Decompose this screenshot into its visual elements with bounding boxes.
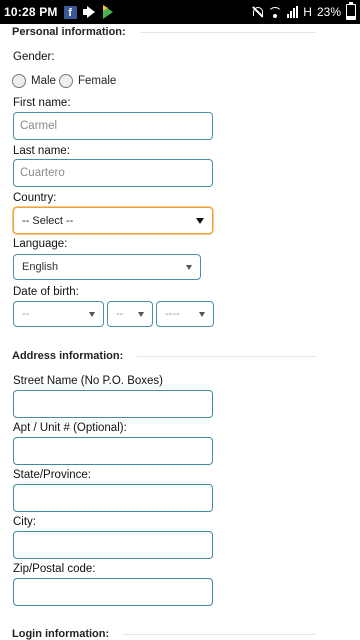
personal-info-header: Personal information: [12,26,316,38]
status-time: 10:28 PM [4,5,58,19]
gender-male-radio[interactable] [12,74,26,88]
chevron-down-icon [186,264,192,270]
battery-icon [346,2,356,20]
language-selected-value: English [22,261,59,273]
street-field[interactable] [13,390,213,418]
status-bar: 10:28 PM f H 23% [0,0,360,24]
city-label: City: [13,516,36,528]
dob-day-value: -- [116,308,124,320]
first-name-field[interactable]: Carmel [13,112,213,140]
city-field[interactable] [13,531,213,559]
section-divider [123,633,316,635]
dob-month-value: -- [22,308,30,320]
state-label: State/Province: [13,469,91,481]
network-type: H [303,5,312,19]
login-info-title: Login information: [12,628,110,640]
language-label: Language: [13,238,68,250]
last-name-label: Last name: [13,145,70,157]
country-select[interactable]: -- Select -- [13,207,213,234]
chevron-down-icon [196,217,204,224]
address-info-header: Address information: [12,350,316,362]
mute-bell-icon [251,6,264,18]
street-label: Street Name (No P.O. Boxes) [13,375,163,387]
zip-label: Zip/Postal code: [13,563,96,575]
gender-male-label[interactable]: Male [31,75,56,87]
zip-field[interactable] [13,578,213,606]
wifi-icon [268,6,283,18]
personal-info-title: Personal information: [12,26,126,38]
dob-month-select[interactable]: -- [13,301,104,327]
battery-percent: 23% [316,5,341,19]
dob-label: Date of birth: [13,286,79,298]
gender-female-radio[interactable] [58,74,73,88]
last-name-field[interactable]: Cuartero [13,159,213,187]
country-label: Country: [13,192,57,204]
state-field[interactable] [13,484,213,512]
section-divider [139,31,316,33]
dob-year-select[interactable]: ---- [156,301,214,327]
dob-year-value: ---- [165,308,180,320]
section-divider [137,355,316,357]
apt-field[interactable] [13,437,213,465]
language-select[interactable]: English [13,254,201,280]
last-name-value: Cuartero [20,167,65,179]
play-store-icon [102,5,115,19]
signal-icon [287,6,299,18]
gender-radio-group: Male Female [12,74,119,88]
address-info-title: Address information: [12,350,124,362]
chevron-down-icon [138,311,144,317]
chevron-down-icon [89,311,95,317]
login-info-header: Login information: [12,628,316,640]
first-name-label: First name: [13,97,71,109]
megaphone-icon [82,6,97,18]
dob-day-select[interactable]: -- [107,301,153,327]
apt-label: Apt / Unit # (Optional): [13,422,127,434]
gender-female-label[interactable]: Female [78,75,116,87]
gender-label: Gender: [13,51,55,63]
first-name-value: Carmel [20,120,58,132]
facebook-icon: f [63,5,77,19]
chevron-down-icon [199,311,205,317]
country-selected-value: -- Select -- [22,214,74,227]
